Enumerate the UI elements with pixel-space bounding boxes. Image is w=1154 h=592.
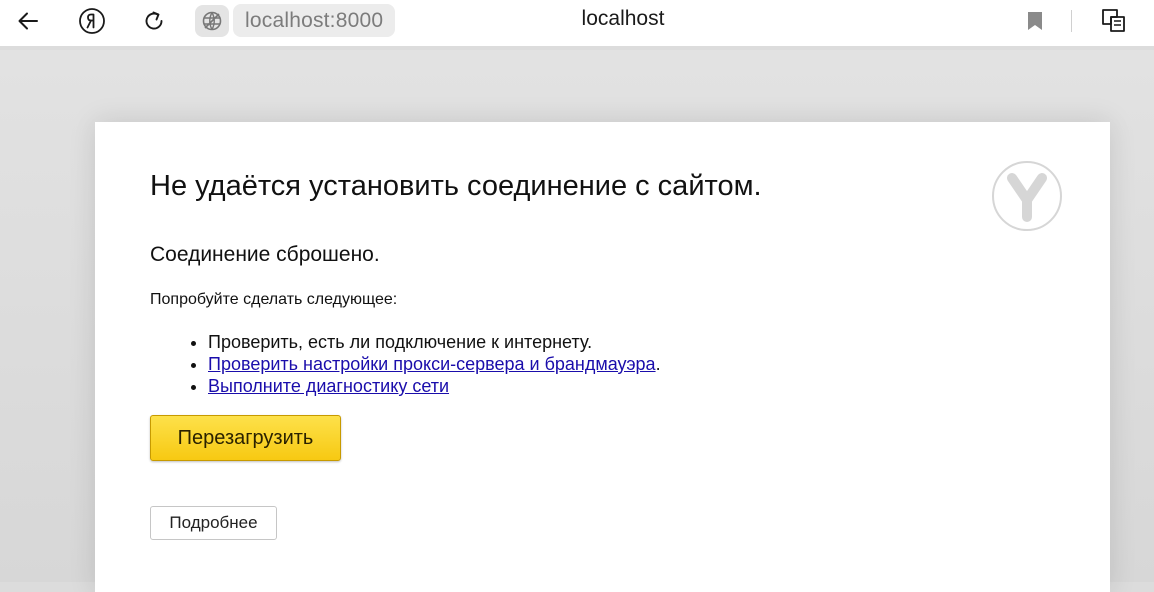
error-subtitle: Соединение сброшено. [150, 243, 380, 266]
toolbar-divider [1071, 10, 1072, 32]
yandex-browser-logo-icon [992, 161, 1062, 231]
yandex-logo-icon [79, 8, 105, 34]
suggestion-check-internet: Проверить, есть ли подключение к интерне… [208, 331, 661, 353]
reload-page-button[interactable]: Перезагрузить [150, 415, 341, 461]
address-bar[interactable]: localhost:8000 [233, 4, 396, 37]
bookmark-button[interactable] [1016, 0, 1054, 42]
back-button[interactable] [8, 0, 48, 42]
globe-icon [202, 11, 222, 31]
error-title: Не удаётся установить соединение с сайто… [150, 170, 762, 202]
suggestions-heading: Попробуйте сделать следующее: [150, 291, 398, 308]
reload-icon [145, 11, 163, 30]
reload-button[interactable] [134, 0, 174, 42]
network-diagnostics-link[interactable]: Выполните диагностику сети [208, 376, 449, 396]
details-button[interactable]: Подробнее [150, 506, 277, 540]
browser-toolbar: localhost:8000 localhost [0, 0, 1154, 46]
suggestion-diagnostics: Выполните диагностику сети [208, 375, 661, 397]
suggestions-list: Проверить, есть ли подключение к интерне… [150, 331, 661, 397]
bookmark-icon [1028, 12, 1042, 30]
yandex-home-button[interactable] [72, 0, 112, 42]
extensions-button[interactable] [1094, 0, 1134, 42]
extensions-icon [1102, 9, 1125, 32]
proxy-settings-link[interactable]: Проверить настройки прокси-сервера и бра… [208, 354, 656, 374]
site-info-button[interactable] [195, 5, 229, 37]
error-card: Не удаётся установить соединение с сайто… [95, 122, 1110, 592]
suggestion-check-internet-text: Проверить, есть ли подключение к интерне… [208, 332, 593, 352]
address-text: localhost:8000 [245, 8, 384, 32]
suggestion-proxy: Проверить настройки прокси-сервера и бра… [208, 353, 661, 375]
tab-title: localhost [581, 7, 665, 30]
proxy-suffix: . [655, 354, 661, 374]
back-arrow-icon [18, 12, 38, 30]
